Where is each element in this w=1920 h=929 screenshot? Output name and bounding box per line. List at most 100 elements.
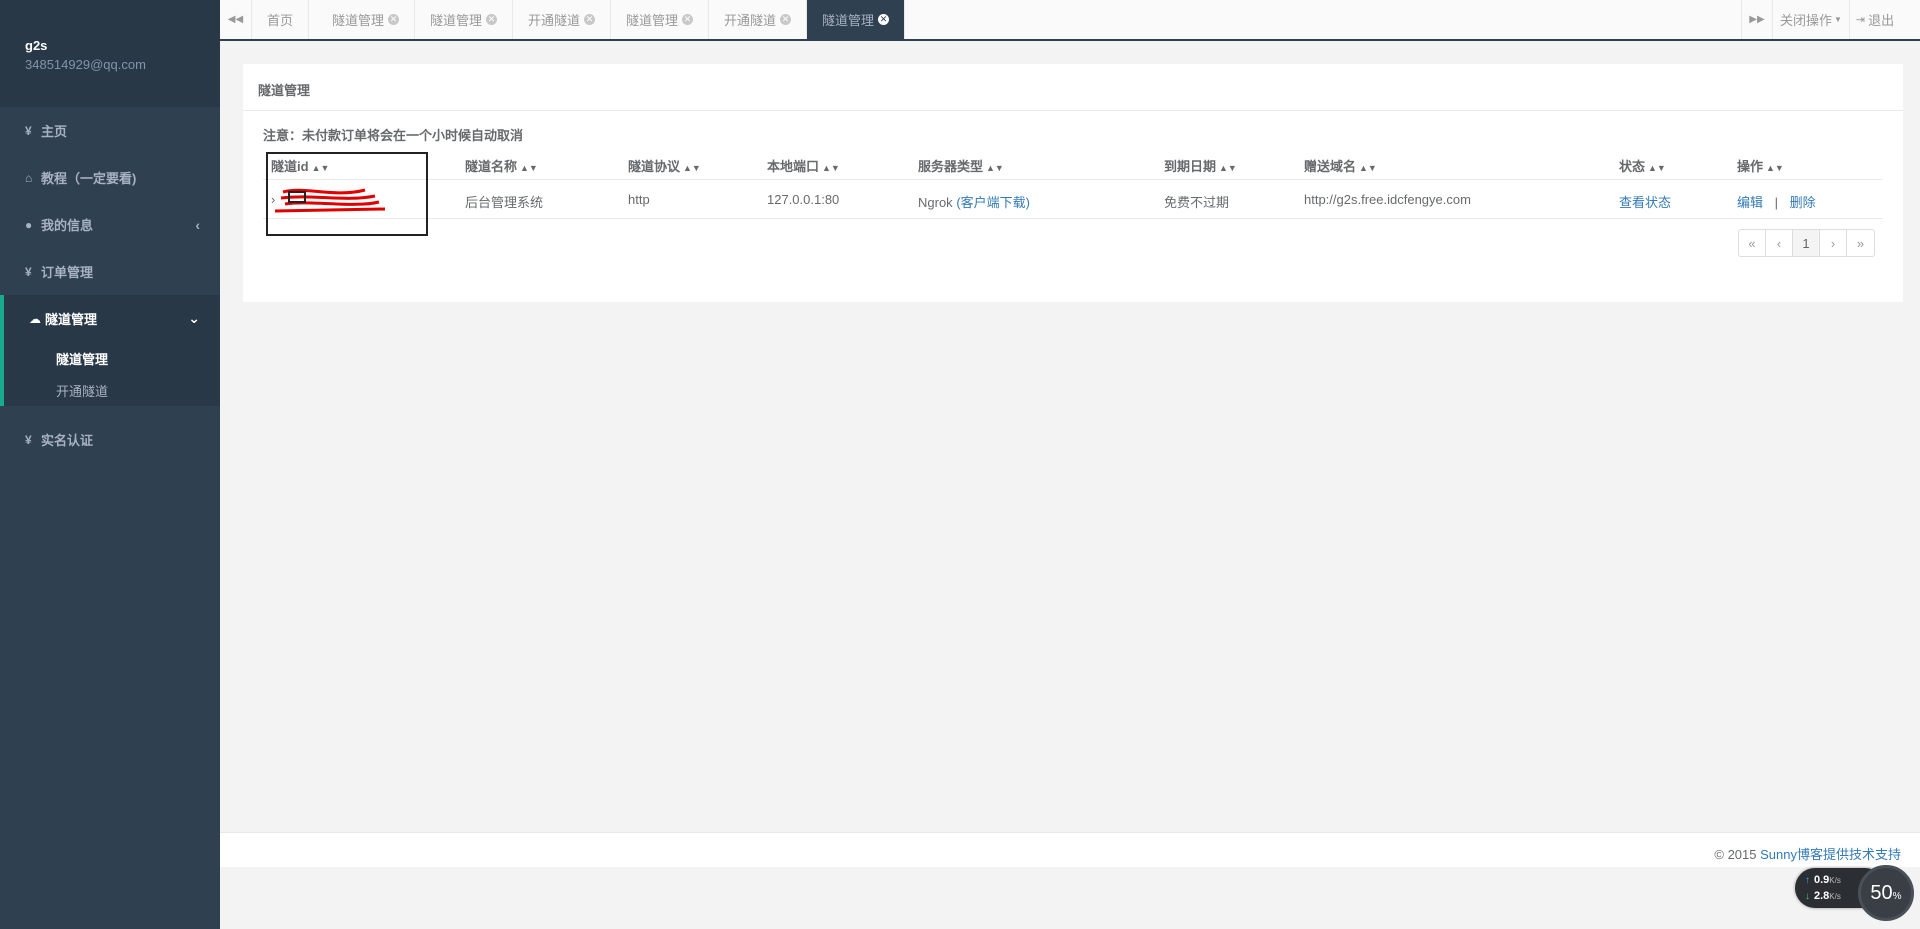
- close-icon[interactable]: ✕: [388, 14, 400, 25]
- net-speed-widget[interactable]: ↑ 0.9K/s ↓ 2.8K/s 50%: [1795, 865, 1915, 921]
- logout-button[interactable]: ⇥ 退出: [1850, 0, 1900, 39]
- unpaid-notice: 注意：未付款订单将会在一个小时候自动取消: [263, 128, 524, 143]
- sort-icon: ▲▼: [1766, 163, 1784, 173]
- cloud-icon: ☁: [29, 311, 41, 326]
- cell-actions: 编辑 | 删除: [1737, 192, 1816, 211]
- chevron-left-icon: ‹: [195, 216, 200, 233]
- chevron-down-icon: ⌄: [188, 310, 200, 326]
- sort-icon: ▲▼: [520, 163, 538, 173]
- sidebar-item-verification[interactable]: ¥ 实名认证: [0, 416, 220, 463]
- tabs-scroll-left-icon[interactable]: ◀◀: [220, 0, 252, 39]
- close-icon[interactable]: ✕: [486, 14, 498, 25]
- sidebar-subitem-tunnel-manage[interactable]: 隧道管理: [4, 342, 220, 374]
- client-download-link[interactable]: (客户端下载): [956, 195, 1030, 210]
- panel-title: 隧道管理: [243, 64, 1903, 111]
- footer: © 2015 Sunny博客提供技术支持: [220, 832, 1920, 867]
- pagination: « ‹ 1 › »: [1738, 229, 1875, 257]
- sidebar-item-tutorial[interactable]: ⌂ 教程（一定要看): [0, 154, 220, 201]
- user-name: g2s: [25, 38, 48, 53]
- tunnel-panel: 隧道管理 注意：未付款订单将会在一个小时候自动取消 隧道id ▲▼ 隧道名称 ▲▼ …: [243, 64, 1903, 302]
- usage-gauge: 50%: [1858, 865, 1914, 921]
- col-server-type[interactable]: 服务器类型 ▲▼: [918, 156, 1004, 175]
- sidebar-subitem-open-tunnel[interactable]: 开通隧道: [4, 374, 220, 406]
- close-icon[interactable]: ✕: [780, 14, 792, 25]
- col-domain[interactable]: 赠送域名 ▲▼: [1304, 156, 1377, 175]
- sidebar-item-orders[interactable]: ¥ 订单管理: [0, 248, 220, 295]
- tab-tunnel-manage[interactable]: 隧道管理 ✕: [611, 0, 710, 39]
- tab-open-tunnel[interactable]: 开通隧道 ✕: [513, 0, 612, 39]
- user-profile: g2s 348514929@qq.com: [0, 0, 220, 107]
- sidebar-item-label: 订单管理: [41, 265, 94, 280]
- page-1-button[interactable]: 1: [1793, 230, 1820, 256]
- table-row: › 后台管理系统 http 127.0.0.1:80 Ngrok (客户端下载)…: [263, 152, 1883, 236]
- cell-tunnel-name: 后台管理系统: [465, 195, 544, 210]
- tab-home[interactable]: 首页: [252, 0, 310, 39]
- col-local-port[interactable]: 本地端口 ▲▼: [767, 156, 840, 175]
- tab-label: 隧道管理: [822, 13, 875, 28]
- col-actions[interactable]: 操作 ▲▼: [1737, 156, 1784, 175]
- copyright: © 2015 Sunny博客提供技术支持: [1714, 844, 1901, 863]
- col-status[interactable]: 状态 ▲▼: [1619, 156, 1666, 175]
- tab-bar: ◀◀ 首页 隧道管理 ✕ 隧道管理 ✕ 开通隧道 ✕ 隧道管理 ✕ 开通隧道 ✕ 隧道管理…: [220, 0, 1920, 41]
- edit-link[interactable]: 编辑: [1737, 195, 1763, 210]
- delete-link[interactable]: 删除: [1790, 195, 1816, 210]
- user-icon: ●: [25, 217, 33, 232]
- user-email: 348514929@qq.com: [25, 57, 146, 72]
- copyright-text: © 2015: [1714, 847, 1761, 862]
- sidebar-group-tunnels: ☁ 隧道管理 ⌄ 隧道管理 开通隧道: [0, 295, 220, 406]
- sidebar-item-label: 教程（一定要看): [41, 171, 137, 186]
- close-operations-dropdown[interactable]: 关闭操作 ▼: [1773, 0, 1850, 39]
- last-page-button[interactable]: »: [1847, 230, 1874, 256]
- support-link[interactable]: Sunny博客提供技术支持: [1760, 847, 1901, 862]
- tab-tunnel-manage-active[interactable]: 隧道管理 ✕: [807, 0, 906, 39]
- redaction-mark: [275, 188, 385, 213]
- sign-out-icon: ⇥: [1855, 14, 1866, 26]
- close-icon[interactable]: ✕: [682, 14, 694, 25]
- prev-page-button[interactable]: ‹: [1766, 230, 1793, 256]
- tab-label: 开通隧道: [528, 13, 581, 28]
- close-icon[interactable]: ✕: [584, 14, 596, 25]
- view-status-link[interactable]: 查看状态: [1619, 192, 1671, 211]
- server-type-text: Ngrok: [918, 195, 953, 210]
- sort-icon: ▲▼: [986, 163, 1004, 173]
- logout-label: 退出: [1868, 13, 1895, 28]
- sidebar-item-home[interactable]: ¥ 主页: [0, 107, 220, 154]
- tab-open-tunnel[interactable]: 开通隧道 ✕: [709, 0, 808, 39]
- sidebar-item-my-info[interactable]: ● 我的信息 ‹: [0, 201, 220, 248]
- tab-tunnel-manage[interactable]: 隧道管理 ✕: [317, 0, 416, 39]
- sort-icon: ▲▼: [822, 163, 840, 173]
- upload-speed: ↑ 0.9K/s: [1805, 874, 1841, 886]
- tab-label: 隧道管理: [430, 13, 483, 28]
- sidebar: g2s 348514929@qq.com ¥ 主页 ⌂ 教程（一定要看) ● 我…: [0, 0, 220, 929]
- cell-server-type: Ngrok (客户端下载): [918, 192, 1030, 211]
- yen-icon: ¥: [25, 432, 32, 447]
- cell-protocol: http: [628, 192, 650, 207]
- col-expire-date[interactable]: 到期日期 ▲▼: [1164, 156, 1237, 175]
- download-speed: ↓ 2.8K/s: [1805, 890, 1841, 902]
- caret-down-icon: ▼: [1834, 15, 1842, 24]
- tabs-scroll-right-icon[interactable]: ▶▶: [1741, 0, 1773, 39]
- cell-local-port: 127.0.0.1:80: [767, 192, 840, 207]
- usage-percent: 50: [1870, 881, 1893, 904]
- tab-label: 开通隧道: [724, 13, 777, 28]
- col-tunnel-name[interactable]: 隧道名称 ▲▼: [465, 156, 538, 175]
- close-icon[interactable]: ✕: [878, 14, 890, 25]
- first-page-button[interactable]: «: [1739, 230, 1766, 256]
- next-page-button[interactable]: ›: [1820, 230, 1847, 256]
- home-icon: ⌂: [25, 170, 33, 185]
- action-separator: |: [1774, 195, 1779, 210]
- arrow-down-icon: ↓: [1805, 891, 1810, 902]
- sort-icon: ▲▼: [683, 163, 701, 173]
- tab-tunnel-manage[interactable]: 隧道管理 ✕: [415, 0, 514, 39]
- col-protocol[interactable]: 隧道协议 ▲▼: [628, 156, 701, 175]
- yen-icon: ¥: [25, 123, 32, 138]
- sidebar-item-label: 主页: [41, 124, 68, 139]
- sidebar-item-label: 我的信息: [41, 218, 94, 233]
- tab-label: 隧道管理: [626, 13, 679, 28]
- cell-domain: http://g2s.free.idcfengye.com: [1304, 192, 1471, 207]
- sidebar-item-label: 隧道管理: [45, 312, 98, 327]
- sort-icon: ▲▼: [1359, 163, 1377, 173]
- cell-expire-date: 免费不过期: [1164, 195, 1230, 210]
- sidebar-item-tunnels[interactable]: ☁ 隧道管理 ⌄: [4, 295, 220, 342]
- tab-label: 隧道管理: [332, 13, 385, 28]
